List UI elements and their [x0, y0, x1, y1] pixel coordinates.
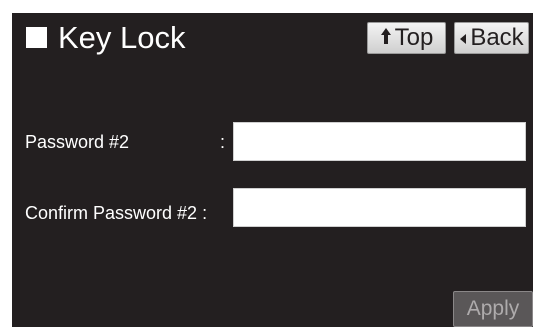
password-field[interactable]	[233, 122, 526, 161]
apply-button[interactable]: Apply	[453, 291, 533, 327]
password-colon: :	[220, 132, 226, 152]
top-button-label: Top	[394, 24, 434, 51]
up-arrow-icon	[380, 23, 392, 53]
confirm-password-field[interactable]	[233, 188, 526, 227]
confirm-password-label: Confirm Password #2 :	[25, 203, 208, 223]
back-button-label: Back	[470, 24, 524, 51]
back-triangle-icon	[459, 23, 467, 53]
page-title: Key Lock	[58, 20, 186, 55]
title-square-icon	[26, 27, 47, 48]
key-lock-screen: Key Lock Top Back Password #2 : Confirm …	[12, 13, 533, 327]
top-button[interactable]: Top	[367, 22, 446, 54]
back-button[interactable]: Back	[454, 22, 529, 54]
password-label: Password #2	[25, 132, 130, 152]
